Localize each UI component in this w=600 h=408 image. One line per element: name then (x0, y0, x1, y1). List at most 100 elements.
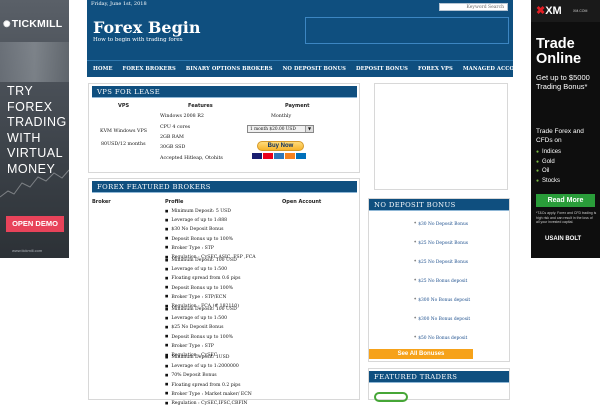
tickmill-chart-graphic (0, 169, 69, 198)
tickmill-sun-icon: ✺ (3, 19, 11, 29)
vps-feature: Accepted Hitleap, Otohits (160, 156, 223, 161)
profile-line: Broker Type : STP/ECN (165, 293, 240, 302)
vps-feature: 30GB SSD (160, 145, 186, 150)
payment-cards (252, 153, 309, 159)
header-date: Friday, June 1st, 2018 (91, 1, 147, 7)
profile-line: Broker Type : Market maker/ ECN (165, 390, 251, 399)
sidebar-ad-slot[interactable] (374, 83, 508, 190)
profile-line: Floating spread from 0.2 pips (165, 381, 252, 390)
bonus-link[interactable]: $300 No Bonus deposit (414, 317, 470, 322)
profile-line: Minimum Deposit: 1USD (165, 353, 252, 362)
brokers-section-title: FOREX FEATURED BROKERS (92, 181, 357, 193)
profile-line: $25 No Deposit Bonus (165, 323, 237, 332)
xm-ad-banner[interactable]: ✖XM XM.COM Trade Online Get up to $5000 … (531, 0, 600, 258)
profile-line: Leverage of up to 1:2000000 (165, 362, 252, 371)
tickmill-headline: TRY FOREX TRADING WITH VIRTUAL MONEY (7, 84, 67, 177)
broker-profile: Minimum Deposit: 5 USD Leverage of up to… (165, 207, 256, 262)
featured-traders-title: FEATURED TRADERS (369, 371, 509, 383)
profile-line: Leverage of up to 1:500 (165, 265, 240, 274)
nav-item-home[interactable]: HOME (93, 66, 113, 72)
tickmill-ad-banner[interactable]: ✺TICKMILL TRY FOREX TRADING WITH VIRTUAL… (0, 0, 69, 258)
header-ad-slot[interactable] (305, 17, 509, 44)
brokers-col-header: Broker (92, 199, 111, 205)
xm-logo-mark-icon: ✖ (536, 5, 546, 17)
profile-line: Broker Type : STP (165, 342, 237, 351)
vps-payment-period: Monthly (271, 114, 292, 119)
search-input[interactable]: Keyword Search (439, 3, 508, 11)
vps-plan-select-value: 1 month $20.00 USD (250, 127, 296, 132)
xm-disclaimer: *T&Cs apply. Forex and CFD trading is hi… (536, 211, 597, 224)
broker-profile: Minimum Deposit: 100 USD Leverage of up … (165, 305, 237, 360)
vps-feature: 2GB RAM (160, 135, 184, 140)
bonus-link[interactable]: $25 No Bonus deposit (414, 279, 467, 284)
xm-instrument-item: Indices (536, 148, 561, 158)
visa-card-icon (252, 153, 262, 159)
nav-item-forex-brokers[interactable]: FOREX BROKERS (123, 66, 176, 72)
bonus-link[interactable]: $300 No Bonus deposit (414, 298, 470, 303)
xm-instrument-list: Indices Gold Oil Stocks (536, 148, 561, 186)
discover-card-icon (285, 153, 295, 159)
profile-line: Broker Type : STP (165, 244, 256, 253)
tickmill-logo-text: TICKMILL (11, 18, 63, 30)
no-deposit-section-title: NO DEPOSIT BONUS (369, 199, 509, 211)
profile-line: Deposit Bonus up to 100% (165, 333, 237, 342)
profile-line: Leverage of up to 1:500 (165, 314, 237, 323)
vps-plan-select[interactable]: 1 month $20.00 USD ▼ (247, 125, 314, 133)
profile-line: Leverage of up to 1:888 (165, 216, 256, 225)
xm-subtext: Trade Forex and CFDs on (536, 128, 584, 144)
xm-instrument-item: Oil (536, 167, 561, 177)
vps-name: KVM Windows VPS (100, 129, 147, 134)
open-demo-button[interactable]: OPEN DEMO (6, 216, 64, 232)
chevron-down-icon: ▼ (305, 126, 313, 132)
tickmill-headline-line: FOREX (7, 99, 53, 114)
bonus-link[interactable]: $25 No Deposit Bonus (414, 241, 468, 246)
vps-feature: Windows 2008 R2 (160, 114, 204, 119)
profile-line: 70% Deposit Bonus (165, 371, 252, 380)
main-nav: HOME FOREX BROKERS BINARY OPTIONS BROKER… (87, 60, 527, 77)
broker-profile: Minimum Deposit: 100 USD Leverage of up … (165, 256, 240, 311)
xm-instrument-item: Gold (536, 158, 561, 168)
nav-item-forex-vps[interactable]: FOREX VPS (418, 66, 453, 72)
brokers-col-header: Profile (165, 199, 184, 205)
nav-item-no-deposit-bonus[interactable]: NO DEPOSIT BONUS (283, 66, 346, 72)
profile-line: Floating spread from 0.6 pips (165, 274, 240, 283)
vps-feature: CPU 4 cores (160, 125, 191, 130)
xm-url: XM.COM (573, 9, 588, 13)
vps-price: 80USD/12 months (101, 142, 146, 147)
tickmill-headline-line: WITH (7, 130, 41, 145)
xm-logo: ✖XM (536, 4, 562, 17)
profile-line: Minimum Deposit: 100 USD (165, 305, 236, 314)
xm-logo-text: XM (545, 5, 562, 17)
site-tagline: How to begin with trading forex (93, 37, 183, 43)
xm-headline: Trade Online (536, 36, 582, 67)
nav-item-deposit-bonus[interactable]: DEPOSIT BONUS (356, 66, 408, 72)
nav-item-managed-account[interactable]: MANAGED ACCOUNT (463, 66, 528, 72)
tickmill-headline-line: VIRTUAL (7, 146, 64, 160)
xm-sponsor-logo: USAIN BOLT (545, 236, 582, 242)
vps-col-header: VPS (118, 103, 130, 109)
paypal-card-icon (296, 153, 306, 159)
nav-item-binary-options-brokers[interactable]: BINARY OPTIONS BROKERS (186, 66, 273, 72)
trader-logo[interactable] (374, 392, 408, 402)
tickmill-url: www.tickmill.com (12, 248, 43, 253)
xm-instrument-item: Stocks (536, 177, 561, 187)
bonus-link[interactable]: $30 No Deposit Bonus (414, 222, 468, 227)
vps-col-header: Payment (285, 103, 310, 109)
amex-card-icon (274, 153, 284, 159)
read-more-button[interactable]: Read More (536, 194, 595, 207)
vps-section-title: VPS FOR LEASE (92, 86, 357, 98)
tickmill-headline-line: TRADING (7, 115, 67, 129)
profile-line: Deposit Bonus up to 100% (165, 284, 240, 293)
tickmill-logo: ✺TICKMILL (3, 18, 62, 30)
tickmill-photo (0, 42, 69, 82)
bonus-link[interactable]: $25 No Deposit Bonus (414, 260, 468, 265)
vps-col-header: Features (188, 103, 213, 109)
profile-line: $30 No Deposit Bonus (165, 225, 256, 234)
profile-line: Regulation : CySEC,IFSC,CBFIN (165, 399, 252, 408)
profile-line: Minimum Deposit: 5 USD (165, 207, 256, 216)
see-all-bonuses-button[interactable]: See All Bonuses (369, 349, 473, 359)
bonus-link[interactable]: $50 No Bonus deposit (414, 336, 467, 341)
buy-now-button[interactable]: Buy Now (257, 141, 304, 151)
site-title[interactable]: Forex Begin (93, 18, 200, 37)
brokers-col-header: Open Account (282, 199, 322, 205)
